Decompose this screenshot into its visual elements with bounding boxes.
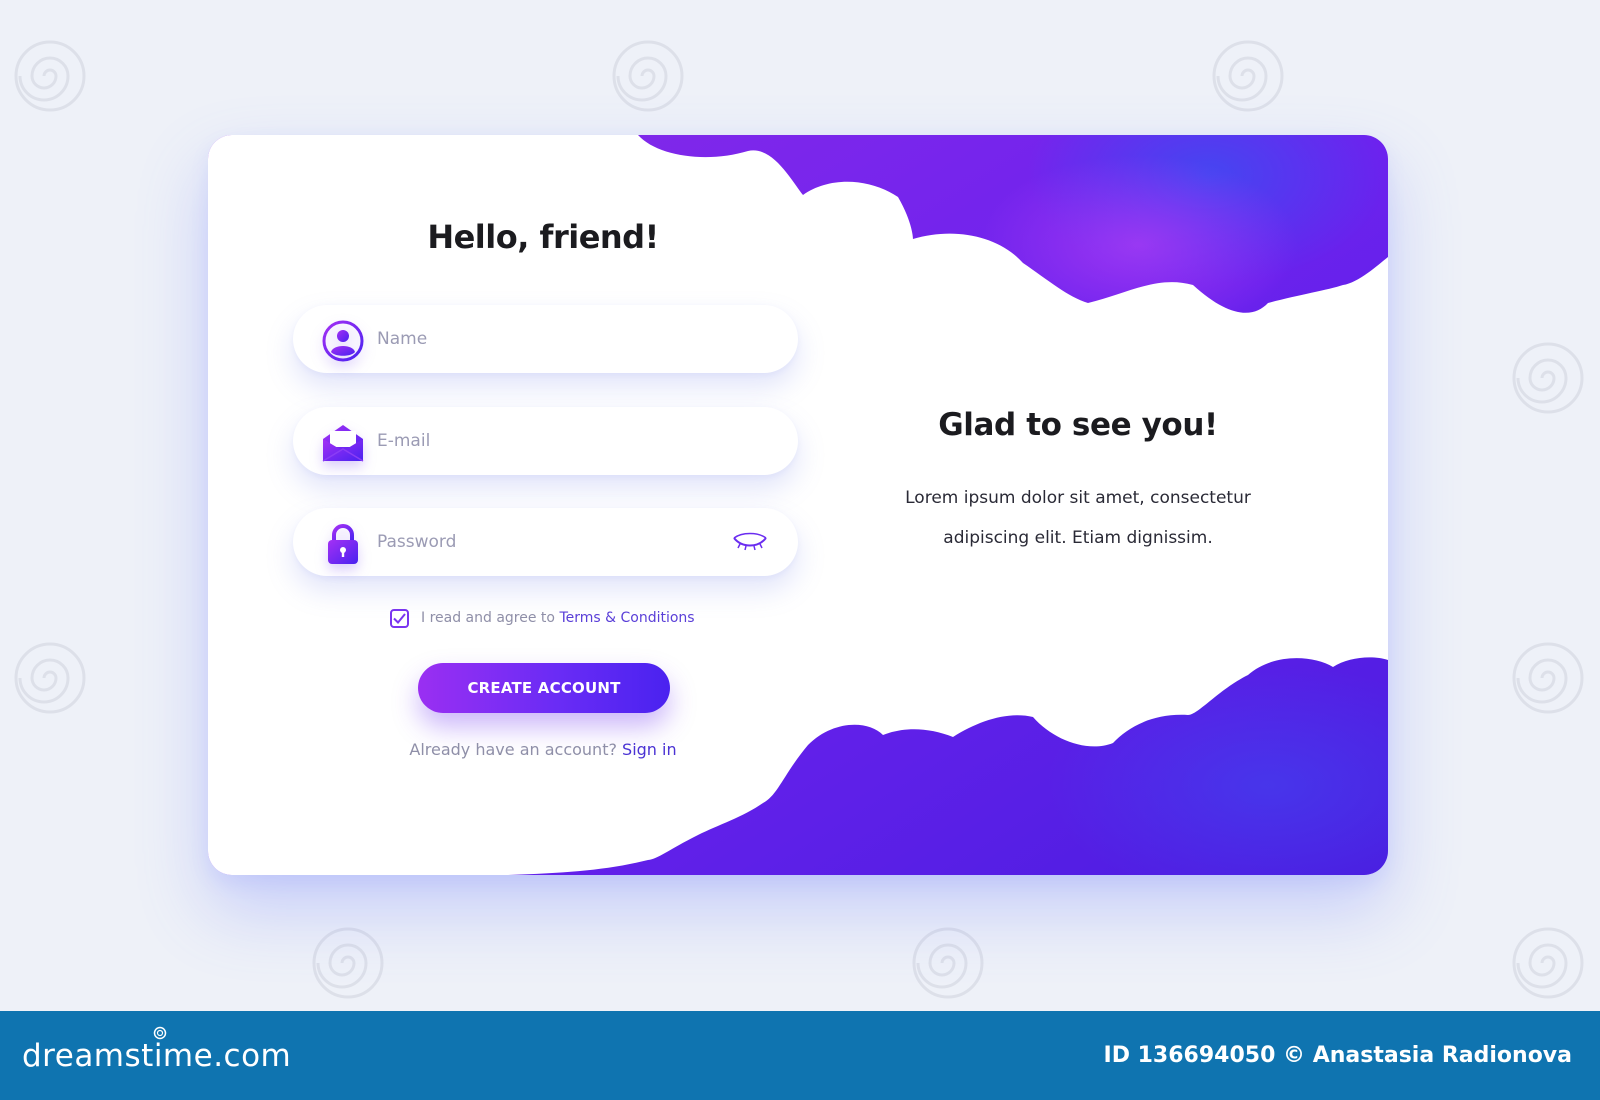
watermark-swirl-icon <box>1512 927 1584 999</box>
terms-checkbox[interactable] <box>390 608 409 628</box>
terms-agreement: I read and agree to Terms & Conditions <box>390 607 695 629</box>
name-input[interactable] <box>377 305 707 373</box>
welcome-panel: Glad to see you! Lorem ipsum dolor sit a… <box>848 135 1388 875</box>
watermark-swirl-icon <box>14 642 86 714</box>
logo-swirl-icon <box>153 1026 167 1039</box>
signup-card: Hello, friend! Name E-mail I read and ag… <box>208 135 1388 875</box>
dreamstime-logo: dreamstime.com <box>22 1026 292 1074</box>
watermark-swirl-icon <box>1512 342 1584 414</box>
terms-prefix: I read and agree to <box>421 610 560 626</box>
signin-prefix: Already have an account? <box>409 740 623 759</box>
create-account-button[interactable]: CREATE ACCOUNT <box>418 663 670 713</box>
watermark-swirl-icon <box>312 927 384 999</box>
email-field[interactable] <box>293 407 798 475</box>
watermark-swirl-icon <box>612 40 684 112</box>
terms-text: I read and agree to Terms & Conditions <box>421 610 695 626</box>
watermark-footer: dreamstime.com ID 136694050 © Anastasia … <box>0 1011 1600 1100</box>
signin-link[interactable]: Sign in <box>622 740 677 759</box>
envelope-icon <box>321 421 365 465</box>
email-input[interactable] <box>377 407 707 475</box>
password-input[interactable] <box>377 508 707 576</box>
welcome-body: Lorem ipsum dolor sit amet, consectetur … <box>905 488 1251 548</box>
user-icon <box>321 319 365 363</box>
page: Hello, friend! Name E-mail I read and ag… <box>0 0 1600 1100</box>
eye-closed-icon[interactable] <box>732 530 768 554</box>
terms-link[interactable]: Terms & Conditions <box>559 610 694 626</box>
logo-text: dreamstime.com <box>22 1037 292 1074</box>
checkmark-icon <box>393 612 406 624</box>
watermark-swirl-icon <box>1212 40 1284 112</box>
image-credit: ID 136694050 © Anastasia Radionova <box>1103 1043 1572 1068</box>
watermark-swirl-icon <box>14 40 86 112</box>
password-field[interactable] <box>293 508 798 576</box>
lock-icon <box>321 522 365 566</box>
name-field[interactable] <box>293 305 798 373</box>
signup-form: Hello, friend! Name E-mail I read and ag… <box>208 135 878 875</box>
welcome-title: Glad to see you! <box>938 407 1218 443</box>
form-title: Hello, friend! <box>427 218 659 256</box>
signin-prompt: Already have an account? Sign in <box>208 740 878 759</box>
watermark-swirl-icon <box>1512 642 1584 714</box>
watermark-swirl-icon <box>912 927 984 999</box>
